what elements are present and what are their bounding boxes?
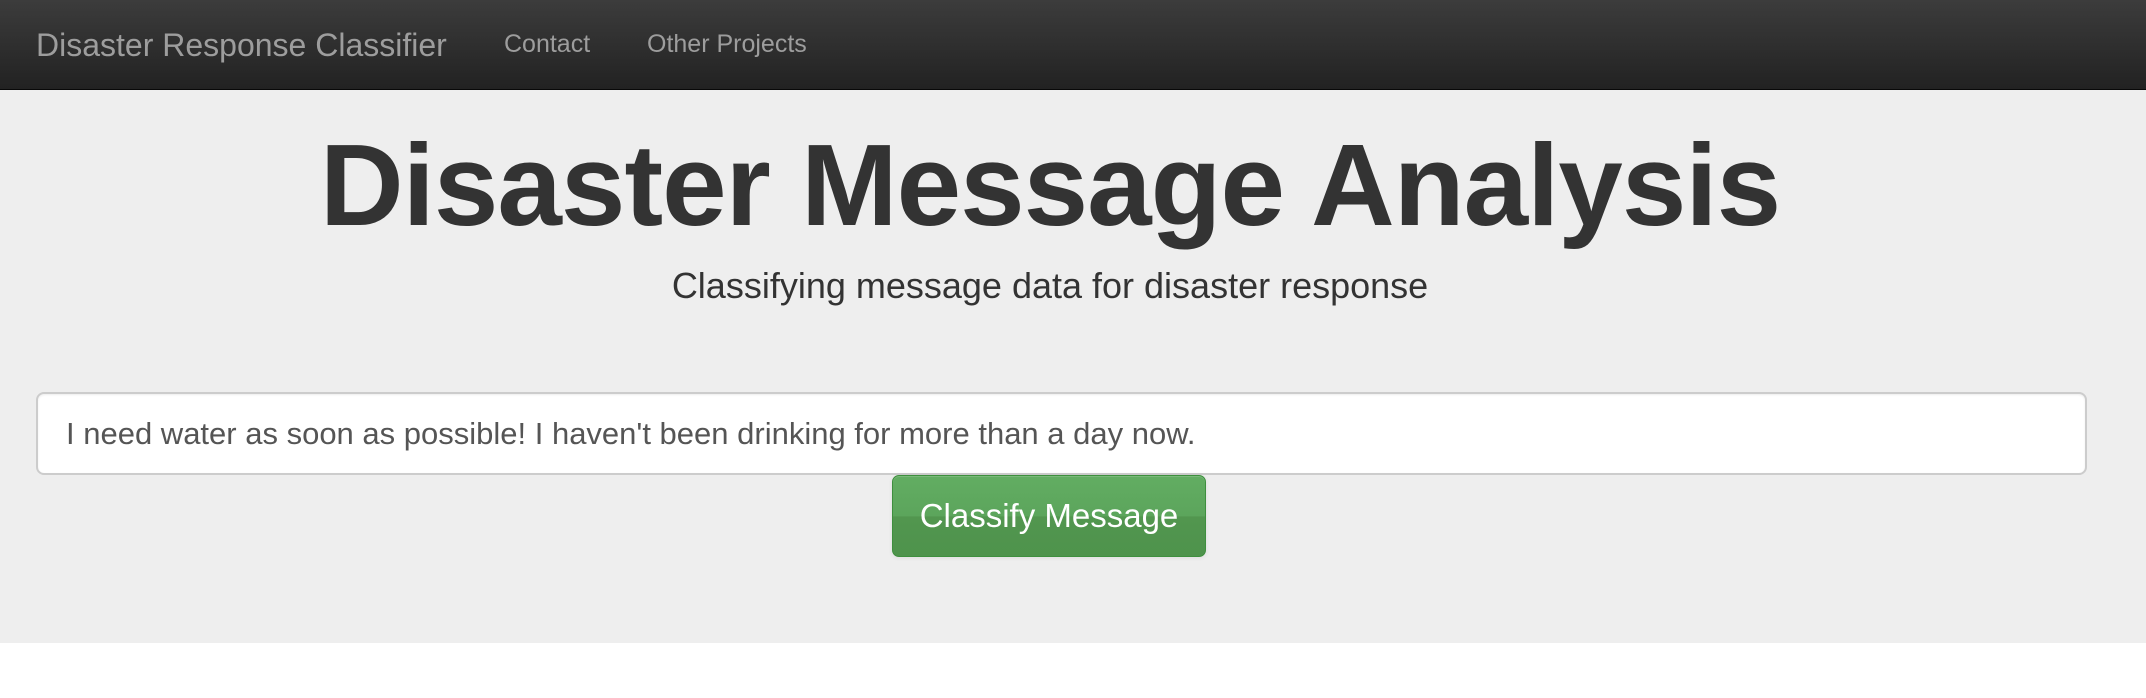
message-input[interactable] — [36, 392, 2087, 475]
nav-link-other-projects[interactable]: Other Projects — [647, 28, 807, 60]
nav-link-contact[interactable]: Contact — [504, 28, 590, 60]
hero-section: Disaster Message Analysis Classifying me… — [0, 90, 2146, 643]
page-subtitle: Classifying message data for disaster re… — [671, 265, 1429, 306]
page-title: Disaster Message Analysis — [319, 120, 1781, 250]
navbar-brand[interactable]: Disaster Response Classifier — [36, 26, 447, 64]
classify-message-button[interactable]: Classify Message — [892, 475, 1206, 557]
top-navbar: Disaster Response Classifier Contact Oth… — [0, 0, 2146, 90]
